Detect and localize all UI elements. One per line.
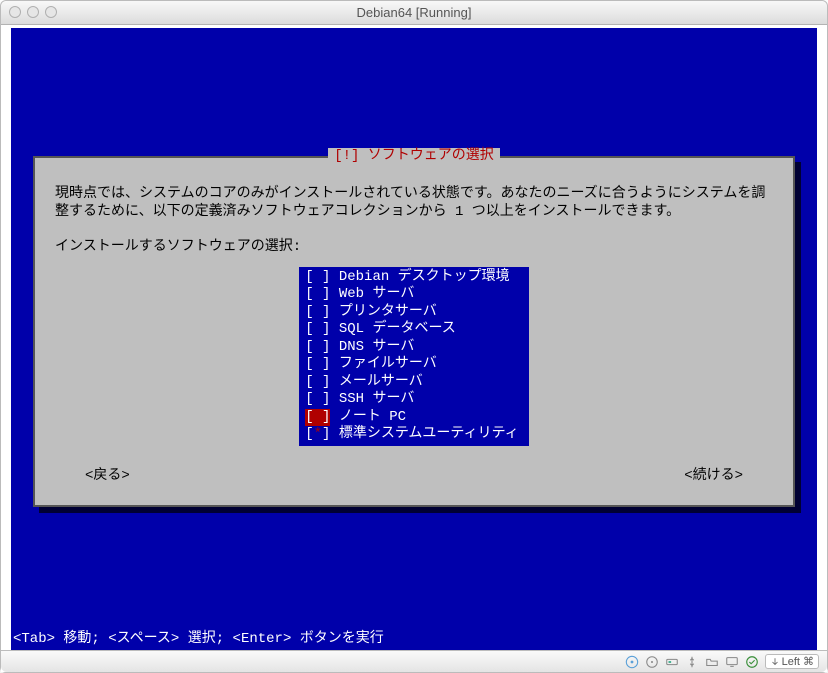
checkbox[interactable]: [ ] <box>305 286 330 304</box>
host-key-label: Left ⌘ <box>782 655 814 668</box>
host-key-indicator[interactable]: Left ⌘ <box>765 654 819 669</box>
close-icon[interactable] <box>9 6 21 18</box>
shared-folder-icon[interactable] <box>705 655 719 669</box>
checkbox[interactable]: [ ] <box>305 374 330 392</box>
display-icon[interactable] <box>725 655 739 669</box>
software-item-label: Debian デスクトップ環境 <box>330 269 509 285</box>
checkbox[interactable]: [ ] <box>305 304 330 322</box>
software-item-label: メールサーバ <box>330 374 422 390</box>
vm-content: [!] ソフトウェアの選択 現時点では、システムのコアのみがインストールされてい… <box>1 25 827 672</box>
checkbox[interactable]: [ ] <box>305 269 330 287</box>
dialog-prompt: インストールするソフトウェアの選択: <box>55 239 773 257</box>
minimize-icon[interactable] <box>27 6 39 18</box>
software-item[interactable]: [*] 標準システムユーティリティ <box>305 426 519 444</box>
software-item-label: SQL データベース <box>330 321 455 337</box>
checkbox[interactable]: [ ] <box>305 356 330 374</box>
tasksel-dialog: [!] ソフトウェアの選択 現時点では、システムのコアのみがインストールされてい… <box>33 156 795 507</box>
software-item[interactable]: [ ] ノート PC <box>305 409 519 427</box>
software-item-label: プリンタサーバ <box>330 304 436 320</box>
zoom-icon[interactable] <box>45 6 57 18</box>
checkbox[interactable]: [ ] <box>305 409 330 427</box>
key-hint: <Tab> 移動; <スペース> 選択; <Enter> ボタンを実行 <box>11 631 817 651</box>
software-item[interactable]: [ ] プリンタサーバ <box>305 304 519 322</box>
software-item[interactable]: [ ] Web サーバ <box>305 286 519 304</box>
window-title: Debian64 [Running] <box>357 5 472 20</box>
statusbar: Left ⌘ <box>1 650 827 672</box>
dialog-title: [!] ソフトウェアの選択 <box>328 148 500 166</box>
continue-button[interactable]: <続ける> <box>684 468 743 486</box>
software-item[interactable]: [ ] SSH サーバ <box>305 391 519 409</box>
console[interactable]: [!] ソフトウェアの選択 現時点では、システムのコアのみがインストールされてい… <box>11 28 817 650</box>
software-item-label: ファイルサーバ <box>330 356 436 372</box>
software-item-label: DNS サーバ <box>330 339 414 355</box>
network-icon[interactable] <box>665 655 679 669</box>
software-item-label: Web サーバ <box>330 286 414 302</box>
back-button[interactable]: <戻る> <box>85 468 130 486</box>
software-item-label: SSH サーバ <box>330 391 414 407</box>
hdd-icon[interactable] <box>645 655 659 669</box>
usb-icon[interactable] <box>685 655 699 669</box>
software-list: [ ] Debian デスクトップ環境[ ] Web サーバ[ ] プリンタサー… <box>299 267 529 446</box>
software-item[interactable]: [ ] メールサーバ <box>305 374 519 392</box>
checkbox[interactable]: [*] <box>305 426 330 444</box>
software-item[interactable]: [ ] ファイルサーバ <box>305 356 519 374</box>
checkbox[interactable]: [ ] <box>305 391 330 409</box>
traffic-lights <box>9 6 57 18</box>
software-item[interactable]: [ ] SQL データベース <box>305 321 519 339</box>
software-item[interactable]: [ ] Debian デスクトップ環境 <box>305 269 519 287</box>
checkbox[interactable]: [ ] <box>305 321 330 339</box>
arrow-down-icon <box>770 657 780 667</box>
software-item[interactable]: [ ] DNS サーバ <box>305 339 519 357</box>
titlebar: Debian64 [Running] <box>1 1 827 25</box>
software-item-label: ノート PC <box>330 409 406 425</box>
checkbox[interactable]: [ ] <box>305 339 330 357</box>
mouse-integration-icon[interactable] <box>745 655 759 669</box>
cd-icon[interactable] <box>625 655 639 669</box>
vm-window: Debian64 [Running] [!] ソフトウェアの選択 現時点では、シ… <box>0 0 828 673</box>
dialog-description: 現時点では、システムのコアのみがインストールされている状態です。あなたのニーズに… <box>55 186 773 221</box>
software-item-label: 標準システムユーティリティ <box>330 426 518 442</box>
